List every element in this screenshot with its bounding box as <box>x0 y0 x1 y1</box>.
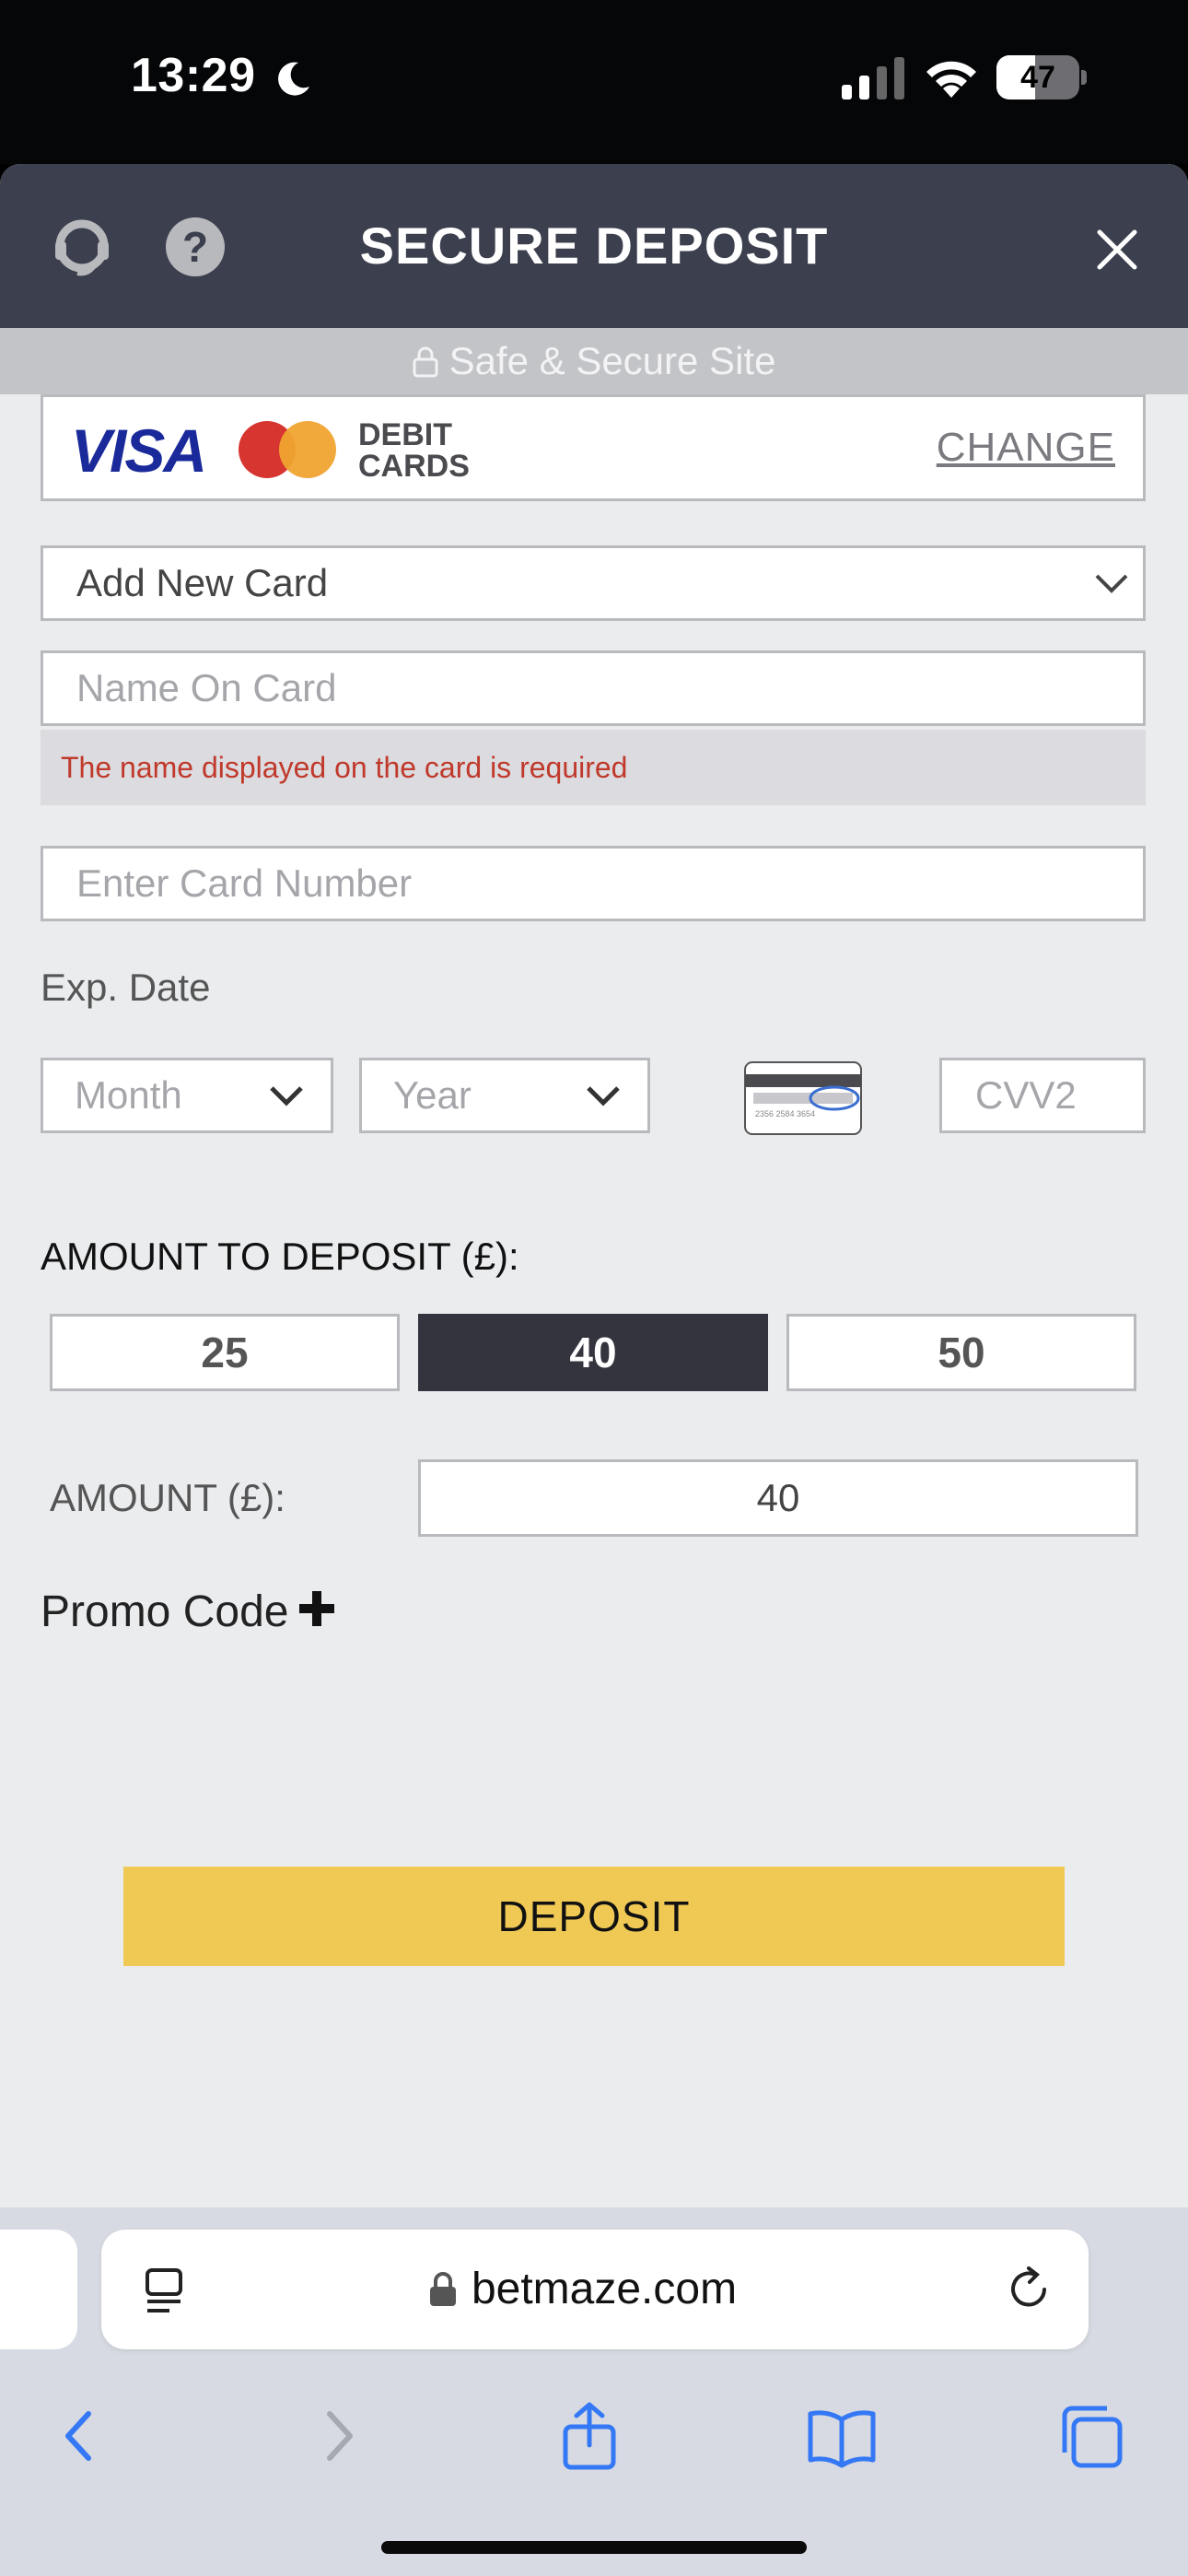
wifi-icon <box>926 61 976 98</box>
svg-text:2356 2584 3654: 2356 2584 3654 <box>755 1109 815 1118</box>
chevron-down-icon <box>1095 574 1128 593</box>
mastercard-logo <box>239 421 336 478</box>
deposit-modal: SECURE DEPOSIT ? Safe & Secure Site VISA… <box>0 164 1188 2207</box>
bookmarks-icon[interactable] <box>805 2399 879 2473</box>
year-select-value: Year <box>393 1073 472 1117</box>
browser-toolbar: betmaze.com <box>0 2207 1188 2576</box>
battery-indicator: 47 <box>996 55 1087 100</box>
exp-date-label: Exp. Date <box>41 966 211 1009</box>
help-icon[interactable]: ? <box>166 217 225 276</box>
deposit-button[interactable]: DEPOSIT <box>123 1867 1065 1966</box>
address-bar[interactable]: betmaze.com <box>101 2230 1089 2349</box>
name-error-message: The name displayed on the card is requir… <box>41 730 1146 805</box>
cvv-card-icon: 2356 2584 3654 <box>744 1061 862 1135</box>
amount-label: AMOUNT (£): <box>50 1476 285 1519</box>
back-icon[interactable] <box>42 2399 116 2473</box>
month-select-value: Month <box>75 1073 182 1117</box>
forward-icon[interactable] <box>302 2399 376 2473</box>
month-select[interactable]: Month <box>41 1058 333 1133</box>
signal-icon <box>842 57 904 100</box>
home-indicator <box>381 2541 807 2554</box>
cvv-input[interactable]: CVV2 <box>939 1058 1146 1133</box>
name-on-card-input[interactable]: Name On Card <box>41 650 1146 726</box>
secure-site-banner: Safe & Secure Site <box>0 328 1188 394</box>
change-payment-link[interactable]: CHANGE <box>937 425 1115 471</box>
amount-option-50[interactable]: 50 <box>786 1314 1136 1391</box>
close-icon[interactable] <box>1087 219 1147 280</box>
previous-tab-preview[interactable] <box>0 2230 77 2349</box>
year-select[interactable]: Year <box>359 1058 650 1133</box>
payment-method-panel: VISA DEBIT CARDS CHANGE <box>41 394 1146 501</box>
secure-banner-text: Safe & Secure Site <box>448 339 776 382</box>
chevron-down-icon <box>270 1086 303 1107</box>
name-on-card-placeholder: Name On Card <box>76 666 337 709</box>
modal-header: SECURE DEPOSIT ? <box>0 164 1188 328</box>
cvv-placeholder: CVV2 <box>975 1073 1077 1117</box>
chevron-down-icon <box>587 1086 620 1107</box>
lock-icon <box>413 346 438 378</box>
tabs-icon[interactable] <box>1055 2399 1129 2473</box>
promo-code-label: Promo Code <box>41 1587 289 1636</box>
amount-option-40[interactable]: 40 <box>418 1314 768 1391</box>
card-select-value: Add New Card <box>76 561 329 604</box>
promo-code-toggle[interactable]: Promo Code <box>41 1587 338 1637</box>
reload-icon[interactable] <box>1004 2265 1054 2314</box>
browser-nav-bar <box>0 2383 1188 2493</box>
amount-option-25[interactable]: 25 <box>50 1314 400 1391</box>
amount-input[interactable]: 40 <box>418 1459 1138 1537</box>
battery-percent: 47 <box>1020 60 1055 95</box>
debit-cards-logo: DEBIT CARDS <box>358 417 470 484</box>
card-select[interactable]: Add New Card <box>41 545 1146 621</box>
support-chat-icon[interactable] <box>52 217 112 278</box>
card-number-placeholder: Enter Card Number <box>76 861 413 905</box>
card-number-input[interactable]: Enter Card Number <box>41 846 1146 921</box>
url-text: betmaze.com <box>471 2265 738 2313</box>
lock-icon <box>430 2272 456 2306</box>
share-icon[interactable] <box>553 2399 626 2473</box>
status-time: 13:29 <box>131 49 256 102</box>
moon-icon <box>278 62 309 96</box>
status-bar: 13:29 47 <box>0 0 1188 164</box>
amount-to-deposit-heading: AMOUNT TO DEPOSIT (£): <box>41 1235 519 1278</box>
plus-icon <box>299 1591 335 1626</box>
visa-logo: VISA <box>71 416 207 485</box>
